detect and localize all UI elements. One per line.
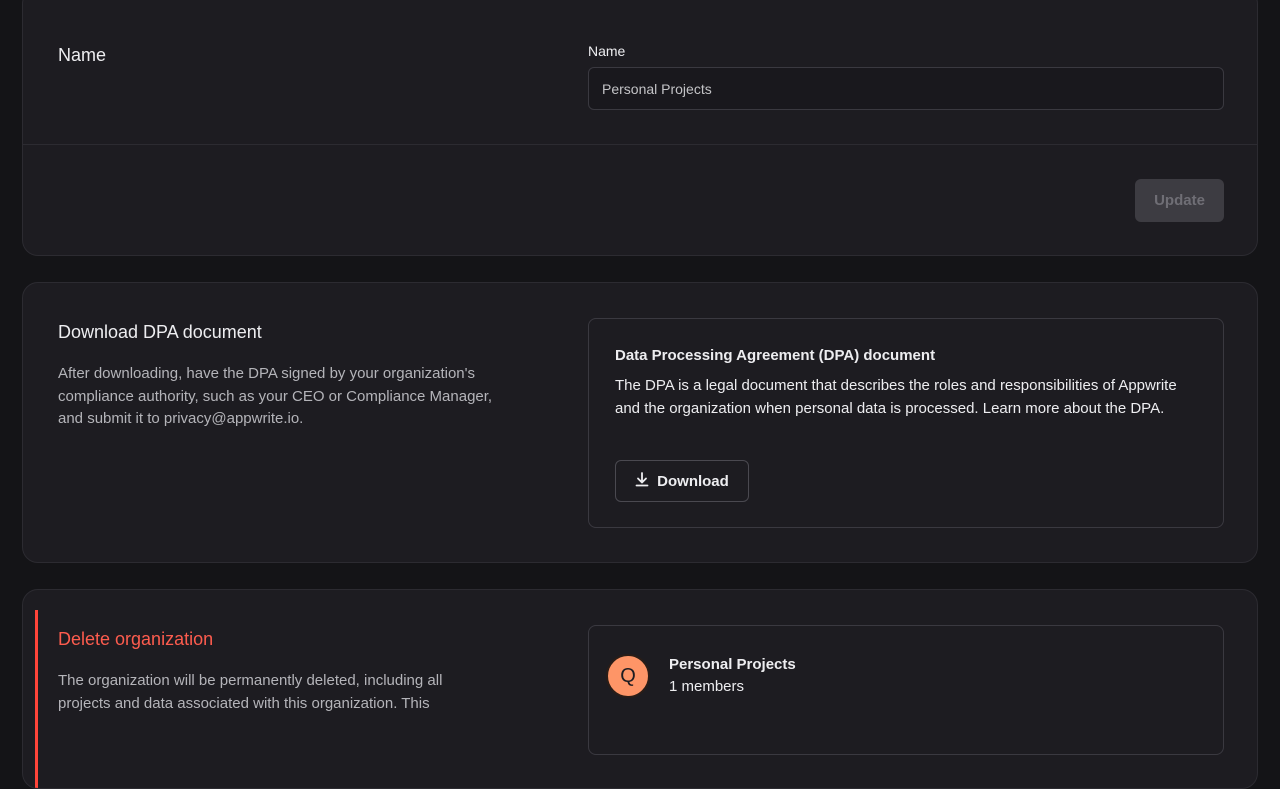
dpa-box-title: Data Processing Agreement (DPA) document <box>615 347 936 364</box>
name-section-title: Name <box>58 45 107 65</box>
download-dpa-button[interactable]: Download <box>615 460 749 502</box>
delete-section-title: Delete organization <box>58 629 214 649</box>
organization-name: Personal Projects <box>669 656 796 673</box>
download-icon <box>635 471 649 491</box>
dpa-card: Download DPA document After downloading,… <box>22 282 1258 563</box>
download-button-label: Download <box>657 472 729 490</box>
organization-name-card: Name Name Update <box>22 0 1258 256</box>
avatar: Q <box>606 654 650 698</box>
danger-accent-bar <box>35 610 38 788</box>
organization-summary-box: Q Personal Projects 1 members <box>588 625 1224 755</box>
name-field-label: Name <box>588 43 626 59</box>
card-divider <box>23 144 1257 145</box>
delete-section-description: The organization will be permanently del… <box>58 672 443 712</box>
update-button[interactable]: Update <box>1135 179 1224 222</box>
delete-organization-card: Delete organization The organization wil… <box>22 589 1258 789</box>
organization-name-input[interactable] <box>588 67 1224 110</box>
dpa-section-title: Download DPA document <box>58 322 262 342</box>
dpa-section-description: After downloading, have the DPA signed b… <box>58 365 493 427</box>
dpa-info-box: Data Processing Agreement (DPA) document… <box>588 318 1224 528</box>
organization-members-count: 1 members <box>669 678 745 695</box>
dpa-box-text: The DPA is a legal document that describ… <box>615 377 1177 417</box>
